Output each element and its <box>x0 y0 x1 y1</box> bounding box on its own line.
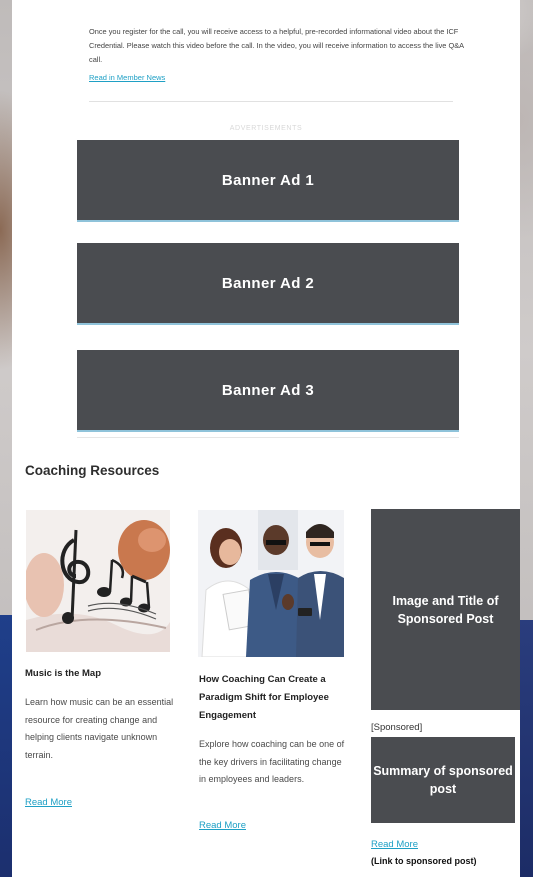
read-more-link[interactable]: Read More <box>199 820 246 831</box>
team-image[interactable] <box>198 510 344 657</box>
music-notes-icon <box>26 510 170 652</box>
divider <box>77 437 459 438</box>
card-title[interactable]: How Coaching Can Create a Paradigm Shift… <box>199 671 349 725</box>
sponsored-read-more-link[interactable]: Read More <box>371 839 418 850</box>
sponsored-summary: Summary of sponsored post <box>371 737 515 823</box>
banner-ad-2[interactable]: Banner Ad 2 <box>77 243 459 325</box>
banner-ad-3[interactable]: Banner Ad 3 <box>77 350 459 432</box>
intro-text: Once you register for the call, you will… <box>89 27 464 64</box>
card-description: Learn how music can be an essential reso… <box>25 697 174 760</box>
advertisements-label: ADVERTISEMENTS <box>229 125 303 132</box>
read-member-news-link[interactable]: Read in Member News <box>89 73 165 82</box>
card-description: Explore how coaching can be one of the k… <box>199 739 345 784</box>
banner-ad-1[interactable]: Banner Ad 1 <box>77 140 459 222</box>
newsletter-page: Once you register for the call, you will… <box>12 0 520 877</box>
read-more-link[interactable]: Read More <box>25 797 72 808</box>
sponsored-tag: [Sponsored] <box>371 722 423 733</box>
music-image[interactable] <box>26 510 170 652</box>
people-icon <box>198 510 344 657</box>
card-title[interactable]: Music is the Map <box>25 665 175 683</box>
divider <box>89 101 453 102</box>
sponsored-link-note: (Link to sponsored post) <box>371 856 477 866</box>
sponsored-image-title[interactable]: Image and Title of Sponsored Post <box>371 509 520 710</box>
section-title: Coaching Resources <box>25 463 160 478</box>
